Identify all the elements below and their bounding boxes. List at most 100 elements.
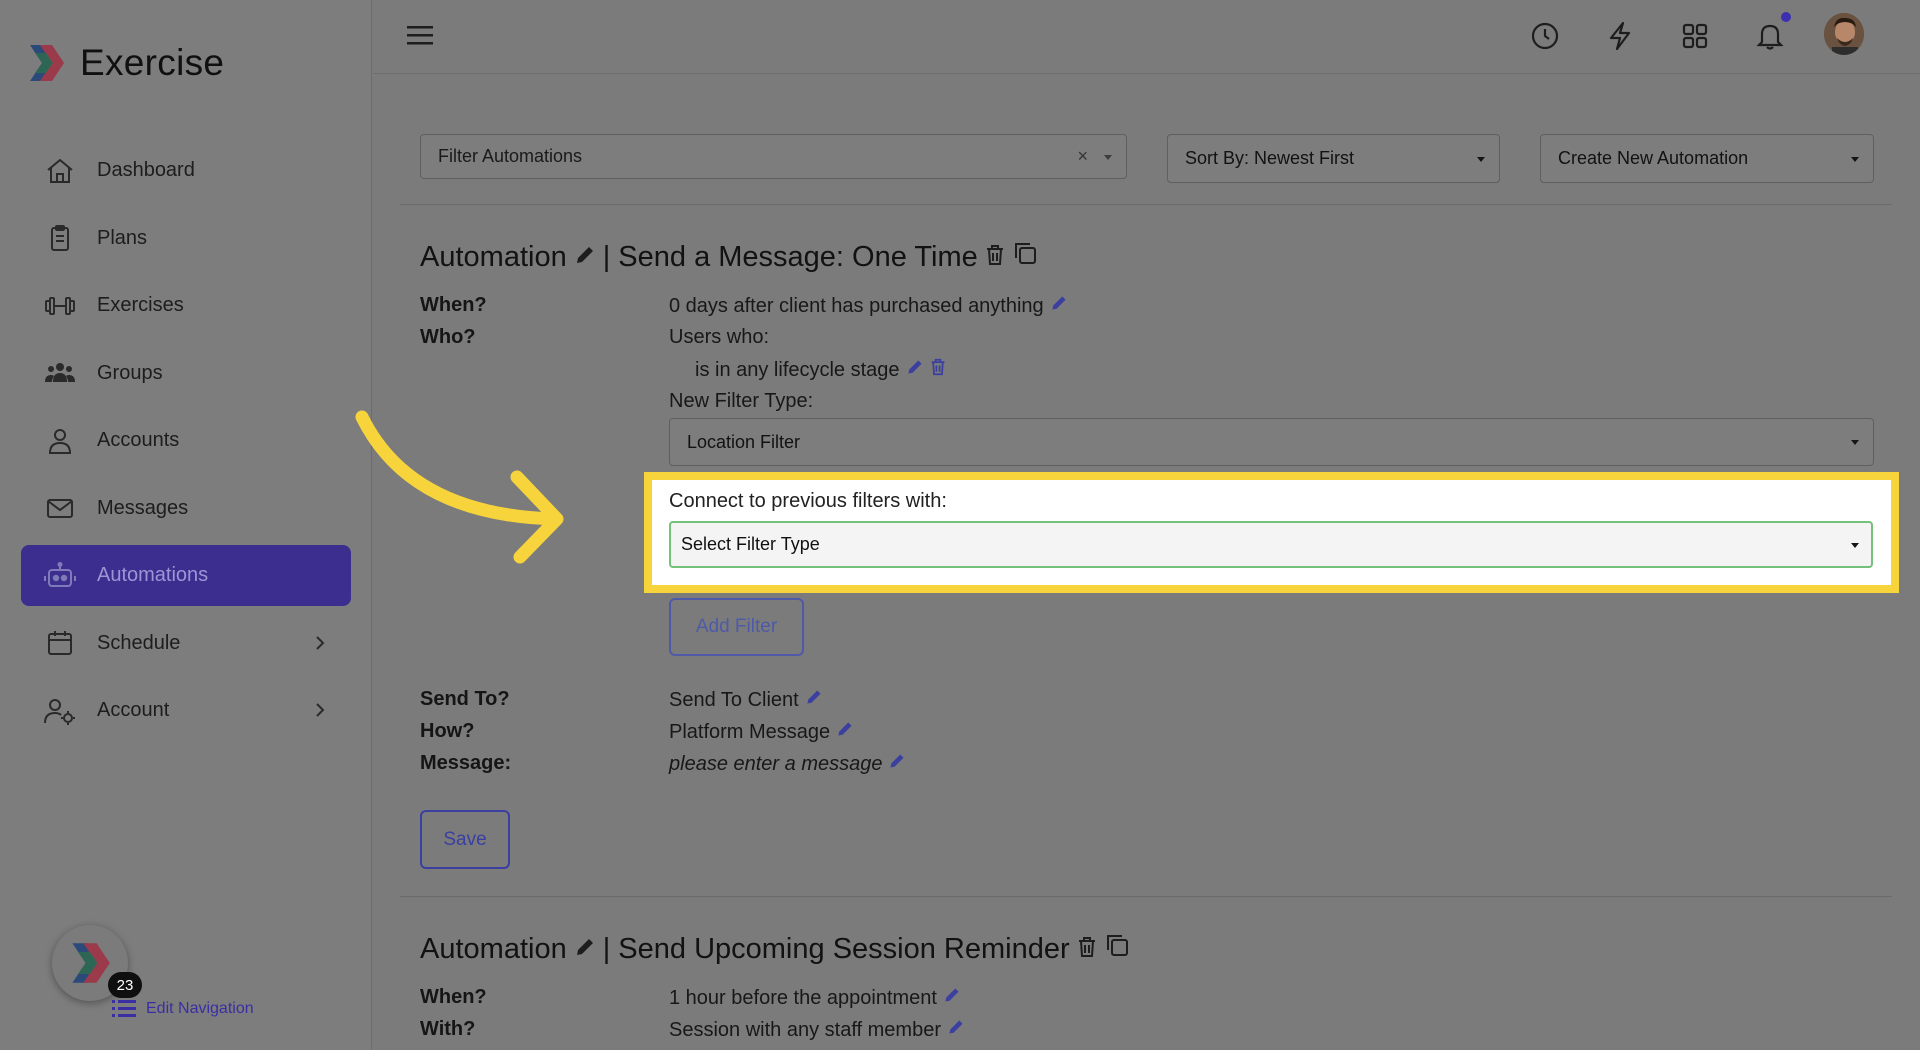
top-bar-actions [1520, 12, 1920, 60]
trash-icon[interactable] [930, 358, 946, 382]
sidebar-item-exercises[interactable]: Exercises [21, 275, 351, 336]
edit-pencil-icon[interactable] [888, 752, 906, 776]
new-filter-type-label: New Filter Type: [669, 390, 814, 412]
sidebar-item-automations[interactable]: Automations [21, 545, 351, 606]
when-label: When? [420, 294, 487, 316]
clear-filter-icon[interactable]: × [1077, 146, 1088, 167]
add-filter-button[interactable]: Add Filter [669, 598, 804, 656]
divider [400, 896, 1892, 897]
sort-by-select[interactable]: Sort By: Newest First [1167, 134, 1500, 183]
chevron-down-icon [1104, 154, 1112, 160]
dumbbell-icon [43, 289, 77, 323]
how-label: How? [420, 720, 475, 742]
create-new-automation-select[interactable]: Create New Automation [1540, 134, 1874, 183]
trash-icon[interactable] [1077, 933, 1097, 966]
duplicate-icon[interactable] [1012, 240, 1038, 274]
notification-count-badge: 23 [108, 972, 142, 998]
message-text: please enter a message [669, 752, 883, 775]
sidebar-item-account[interactable]: Account [21, 680, 351, 741]
sidebar-item-dashboard[interactable]: Dashboard [21, 140, 351, 201]
send-to-text: Send To Client [669, 688, 799, 711]
sidebar-item-label: Plans [97, 226, 148, 249]
who-label: Who? [420, 326, 476, 348]
edit-pencil-icon[interactable] [906, 358, 924, 382]
new-filter-type-select[interactable]: Location Filter [669, 418, 1874, 466]
user-gear-icon [43, 694, 77, 728]
user-icon [43, 424, 77, 458]
chevron-down-icon [1851, 440, 1859, 445]
message-value: please enter a message [669, 752, 906, 776]
automation-title-prefix: Automation [420, 240, 567, 273]
sidebar-item-plans[interactable]: Plans [21, 208, 351, 269]
sidebar-item-label: Automations [97, 564, 209, 586]
lightning-icon[interactable] [1600, 16, 1640, 56]
edit-pencil-icon[interactable] [836, 720, 854, 744]
chevron-right-icon [315, 635, 325, 656]
who-condition-text: is in any lifecycle stage [695, 358, 900, 381]
when-value: 1 hour before the appointment [669, 986, 961, 1010]
who-value: Users who: [669, 326, 770, 348]
sidebar-item-messages[interactable]: Messages [21, 478, 351, 539]
sidebar-item-accounts[interactable]: Accounts [21, 410, 351, 471]
exercise-logo-icon [72, 943, 110, 983]
with-value: Session with any staff member [669, 1018, 965, 1042]
how-value: Platform Message [669, 720, 854, 744]
trash-icon[interactable] [985, 241, 1005, 274]
sort-by-value: Sort By: Newest First [1185, 148, 1355, 168]
filter-automations-placeholder: Filter Automations [438, 146, 583, 166]
edit-title-pencil-icon[interactable] [574, 241, 596, 274]
save-button[interactable]: Save [420, 810, 510, 869]
connect-filter-type-value: Select Filter Type [681, 534, 820, 554]
chevron-right-icon [315, 702, 325, 723]
pointer-arrow-icon [355, 410, 564, 564]
hamburger-menu-icon[interactable] [407, 24, 433, 51]
user-avatar[interactable] [1824, 13, 1864, 55]
send-to-value: Send To Client [669, 688, 823, 712]
home-icon [43, 154, 77, 188]
message-label: Message: [420, 752, 512, 774]
edit-navigation-link[interactable]: Edit Navigation [112, 998, 254, 1020]
sidebar-item-schedule[interactable]: Schedule [21, 613, 351, 674]
automation-title-prefix: Automation [420, 932, 567, 965]
brand[interactable]: Exercise [26, 42, 224, 84]
with-label: With? [420, 1018, 476, 1040]
avatar [1824, 13, 1864, 55]
grid-apps-icon[interactable] [1675, 16, 1715, 56]
edit-pencil-icon[interactable] [1050, 294, 1068, 318]
when-label: When? [420, 986, 487, 1008]
connect-filters-label: Connect to previous filters with: [669, 490, 947, 512]
filter-automations-select[interactable]: Filter Automations × [420, 134, 1127, 179]
automation-title: Automation | Send Upcoming Session Remin… [420, 932, 1130, 966]
connect-filter-type-select[interactable]: Select Filter Type [669, 521, 1873, 568]
edit-pencil-icon[interactable] [805, 688, 823, 712]
envelope-icon [43, 491, 77, 525]
sidebar-item-groups[interactable]: Groups [21, 343, 351, 404]
users-icon [43, 356, 77, 390]
edit-pencil-icon[interactable] [943, 986, 961, 1010]
clipboard-icon [43, 221, 77, 255]
sidebar-item-label: Groups [97, 361, 163, 384]
sidebar-item-label: Dashboard [97, 159, 195, 181]
edit-pencil-icon[interactable] [947, 1018, 965, 1042]
edit-navigation-label: Edit Navigation [146, 1000, 254, 1017]
clock-icon[interactable] [1525, 16, 1565, 56]
with-text: Session with any staff member [669, 1018, 941, 1041]
divider [400, 204, 1892, 205]
exercise-logo-icon [30, 45, 64, 81]
bell-icon[interactable] [1750, 16, 1790, 56]
automation-name: | Send a Message: One Time [602, 240, 978, 273]
new-filter-type-value: Location Filter [687, 431, 801, 452]
sidebar-item-label: Account [97, 699, 170, 721]
when-value: 0 days after client has purchased anythi… [669, 294, 1068, 318]
calendar-icon [43, 626, 77, 660]
duplicate-icon[interactable] [1104, 932, 1130, 966]
sidebar-item-label: Schedule [97, 631, 181, 654]
chevron-down-icon [1477, 156, 1485, 162]
edit-title-pencil-icon[interactable] [574, 933, 596, 966]
brand-name: Exercise [80, 42, 225, 83]
sidebar-item-label: Exercises [97, 294, 184, 316]
sidebar-item-label: Accounts [97, 429, 180, 451]
automation-name: | Send Upcoming Session Reminder [602, 932, 1070, 965]
list-icon [112, 1000, 136, 1017]
top-bar [373, 0, 1920, 74]
